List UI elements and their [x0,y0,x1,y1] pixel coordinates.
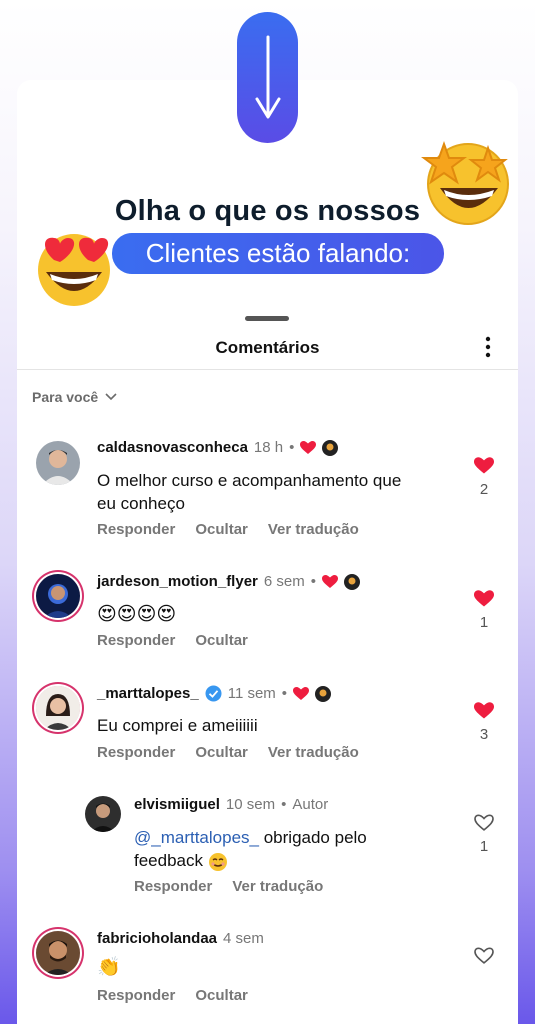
comment-time: 6 sem [263,573,305,590]
heart-filled-icon [474,457,494,474]
hide-button[interactable]: Ocultar [195,521,248,538]
comment-username[interactable]: _marttalopes_ [97,685,199,702]
heart-icon [293,686,310,700]
like-button[interactable]: 1 [472,814,496,855]
like-count: 1 [479,838,489,855]
comment-time: 18 h [253,439,284,456]
comment-text: Eu comprei e ameiiiiii [97,716,258,735]
comment-text: O melhor curso e acompanhamento que [97,471,402,490]
comment-time: 4 sem [223,930,264,947]
comment-text-part: feedback [134,851,203,870]
avatar[interactable] [36,931,80,975]
like-button[interactable]: 1 [472,590,496,631]
separator-dot: • [281,685,288,702]
separator-dot: • [289,439,295,456]
author-tag: Autor [292,796,329,813]
header-divider [17,369,518,370]
verified-badge-icon [205,685,222,702]
heart-outline-icon [474,814,494,831]
filter-label: Para você [32,389,99,405]
hide-button[interactable]: Ocultar [195,987,248,1004]
heart-filled-icon [474,590,494,607]
drag-handle[interactable] [245,316,289,321]
creator-avatar-icon [315,685,332,702]
comment-username[interactable]: caldasnovasconheca [97,439,248,456]
more-options-icon[interactable] [480,336,496,358]
comment-text-continued: feedback [134,849,367,872]
comment-text: 😍😍😍😍 [97,604,177,625]
chevron-down-icon [105,393,117,401]
sort-filter-dropdown[interactable]: Para você [32,389,118,405]
avatar[interactable] [85,796,121,832]
comment-text-continued: eu conheço [97,494,185,513]
avatar[interactable] [36,441,80,485]
reply-button[interactable]: Responder [97,987,175,1004]
reply-button[interactable]: Responder [134,878,212,895]
creator-avatar-icon [344,573,361,590]
like-count: 3 [479,726,489,743]
like-button[interactable]: 2 [472,457,496,498]
comment-text-part: obrigado pelo [259,828,367,847]
reply-button[interactable]: Responder [97,632,175,649]
comment-username[interactable]: jardeson_motion_flyer [97,573,258,590]
comment-time: 10 sem [225,796,276,813]
see-translation-button[interactable]: Ver tradução [232,878,323,895]
comment-text: @_marttalopes_ obrigado pelo [134,826,367,849]
star-struck-emoji-icon [421,141,509,225]
down-arrow-badge [237,12,298,143]
sheet-title: Comentários [215,338,320,357]
smiling-face-emoji-icon [208,852,227,871]
like-button[interactable]: 3 [472,702,496,743]
avatar[interactable] [36,686,80,730]
arrow-down-icon [255,35,280,118]
heart-icon [322,574,339,588]
see-translation-button[interactable]: Ver tradução [268,521,359,538]
creator-avatar-icon [322,439,339,456]
hide-button[interactable]: Ocultar [195,744,248,761]
comment-time: 11 sem [227,685,276,702]
heart-icon [300,440,317,454]
like-button[interactable] [472,947,496,971]
comment-username[interactable]: elvismiiguel [134,796,220,813]
comment-text: 👏 [97,957,121,978]
hide-button[interactable]: Ocultar [195,632,248,649]
separator-dot: • [281,796,287,813]
heart-outline-icon [474,947,494,964]
heart-filled-icon [474,702,494,719]
like-count: 2 [479,481,489,498]
promo-subheadline: Clientes estão falando: [112,233,444,274]
see-translation-button[interactable]: Ver tradução [268,744,359,761]
comment-username[interactable]: fabricioholandaa [97,930,217,947]
user-mention-link[interactable]: @_marttalopes_ [134,828,259,847]
like-count: 1 [479,614,489,631]
separator-dot: • [310,573,317,590]
reply-button[interactable]: Responder [97,521,175,538]
avatar[interactable] [36,574,80,618]
reply-button[interactable]: Responder [97,744,175,761]
heart-eyes-emoji-icon [38,234,110,306]
